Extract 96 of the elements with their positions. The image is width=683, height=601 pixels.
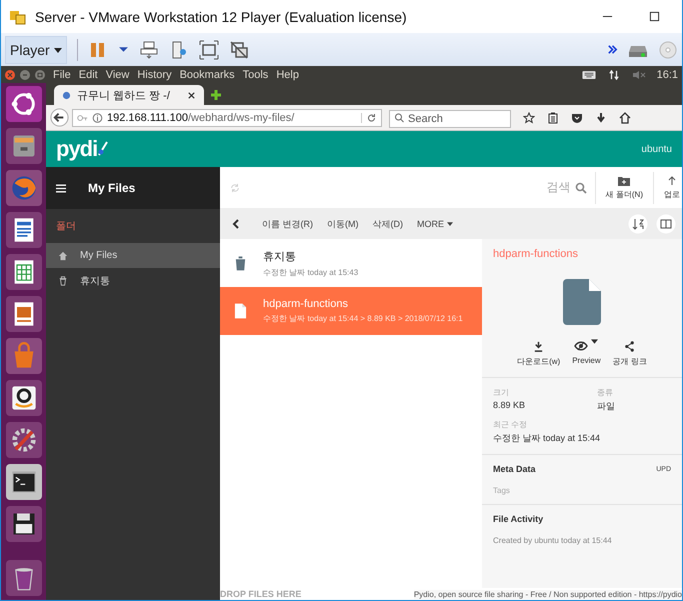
caret-icon (54, 48, 62, 54)
star-icon[interactable] (523, 112, 535, 124)
logo[interactable]: pydi (56, 136, 98, 162)
key-icon (77, 112, 88, 122)
tab-title: 규무니 웹하드 짱 -/ (77, 88, 171, 102)
trash-icon[interactable] (6, 560, 42, 596)
detail-action-button[interactable]: 다운로드(w) (514, 341, 564, 367)
file-meta: 수정한 날짜 today at 15:43 (263, 266, 358, 278)
terminal-icon[interactable] (6, 464, 42, 500)
upload-icon (666, 176, 678, 186)
plus-icon[interactable] (210, 89, 222, 101)
file-row[interactable]: 휴지통 수정한 날짜 today at 15:43 (220, 239, 482, 287)
clipboard-icon[interactable] (547, 112, 559, 124)
sidebar-item[interactable]: My Files (46, 243, 220, 268)
trash-icon (58, 276, 68, 286)
folder-plus-icon (618, 176, 630, 186)
activity-text: Created by ubuntu today at 15:44 (493, 536, 613, 545)
page-icon (62, 90, 71, 100)
caret-icon (446, 222, 453, 228)
menu-item[interactable]: Tools (242, 68, 268, 80)
action-button[interactable]: 이름 변경(R) (256, 214, 319, 234)
home-icon (58, 250, 68, 260)
field-label: 최근 수정 (493, 419, 528, 430)
url-host: 192.168.111.100 (107, 112, 188, 124)
section-title: Meta Data (493, 464, 536, 474)
section-label: 폴더 (55, 220, 77, 234)
more-menu-button[interactable]: MORE (411, 215, 459, 233)
trash-icon (234, 255, 247, 271)
search-icon (394, 112, 405, 122)
file-icon (563, 279, 601, 325)
menu-item[interactable]: Bookmarks (180, 68, 235, 80)
window-crossed-icon[interactable] (228, 40, 249, 60)
workspace-title: My Files (88, 181, 136, 195)
muted-speaker-icon[interactable] (632, 70, 646, 80)
drop-hint: DROP FILES HERE (220, 589, 302, 599)
action-button[interactable]: 이동(M) (321, 214, 364, 234)
globe-icon[interactable] (6, 170, 42, 206)
field-label: 종류 (597, 387, 614, 398)
detail-title: hdparm-functions (492, 247, 579, 262)
double-chevron-icon[interactable] (607, 44, 618, 55)
home-icon[interactable] (619, 112, 631, 124)
chevron-left-icon[interactable] (232, 219, 240, 229)
maximize-icon[interactable] (649, 11, 660, 22)
tags-label: Tags (493, 486, 511, 495)
window-title: Server - VMware Workstation 12 Player (Evaluation license) (35, 8, 407, 24)
menu-item[interactable]: History (137, 68, 172, 80)
caret-icon (591, 339, 598, 345)
file-cabinet-icon[interactable] (6, 128, 42, 164)
computer-arrow-icon[interactable] (138, 40, 159, 60)
keyboard-icon[interactable] (582, 70, 596, 80)
footer-note: Pydio, open source file sharing - Free / Non supported edition - https://pydio (414, 590, 682, 598)
search-field[interactable]: Search (389, 110, 511, 128)
pocket-icon[interactable] (571, 112, 583, 124)
ubuntu-logo-icon[interactable] (6, 86, 42, 122)
info-icon (92, 112, 103, 122)
menu-item[interactable]: Help (276, 68, 299, 80)
field-value: 파일 (597, 400, 616, 413)
panel-layout-icon[interactable] (656, 214, 676, 234)
file-meta: 수정한 날짜 today at 15:44 > 8.89 KB > 2018/07/12 16:1 (263, 313, 463, 324)
url-path: /webhard/ws-my-files/ (188, 112, 294, 124)
file-name: hdparm-functions (263, 298, 349, 310)
address-bar[interactable]: 192.168.111.100/webhard/ws-my-files/ (72, 108, 382, 126)
document-icon[interactable] (6, 212, 42, 248)
sort-icon[interactable] (628, 214, 648, 234)
search-icon[interactable] (574, 182, 587, 194)
shopping-bag-icon[interactable] (6, 338, 42, 374)
menu-item[interactable]: Edit (78, 68, 98, 80)
download-icon[interactable] (595, 112, 607, 124)
browser-tab[interactable]: 규무니 웹하드 짱 -/ (54, 85, 204, 105)
menu-icon[interactable] (56, 184, 66, 192)
pen-icon (97, 141, 110, 157)
fullscreen-icon[interactable] (198, 40, 219, 60)
player-menu[interactable]: Player (5, 36, 67, 64)
close-icon[interactable] (187, 90, 196, 100)
spreadsheet-icon[interactable] (6, 254, 42, 290)
file-icon (234, 303, 247, 319)
detail-action-button[interactable]: Preview (569, 341, 604, 367)
wrench-gear-icon[interactable] (6, 422, 42, 458)
section-title: File Activity (493, 514, 544, 524)
reload-icon[interactable] (361, 112, 377, 122)
menu-item[interactable]: File (53, 68, 71, 80)
presentation-icon[interactable] (6, 296, 42, 332)
file-name: 휴지통 (263, 250, 297, 264)
share-icon (624, 341, 636, 352)
action-button[interactable]: 삭제(D) (366, 214, 409, 234)
detail-action-button[interactable]: 공개 링크 (610, 341, 650, 367)
clock[interactable]: 16:1 (656, 68, 678, 80)
eye-icon (574, 341, 588, 351)
menu-item[interactable]: View (106, 68, 130, 80)
back-icon[interactable] (50, 108, 69, 127)
network-arrows-icon[interactable] (606, 70, 621, 80)
field-value: 수정한 날짜 today at 15:44 (493, 432, 602, 445)
field-label: 크기 (493, 387, 510, 398)
download-icon (533, 341, 544, 352)
field-value: 8.89 KB (493, 400, 526, 410)
sidebar-item[interactable]: 휴지통 (46, 268, 220, 293)
